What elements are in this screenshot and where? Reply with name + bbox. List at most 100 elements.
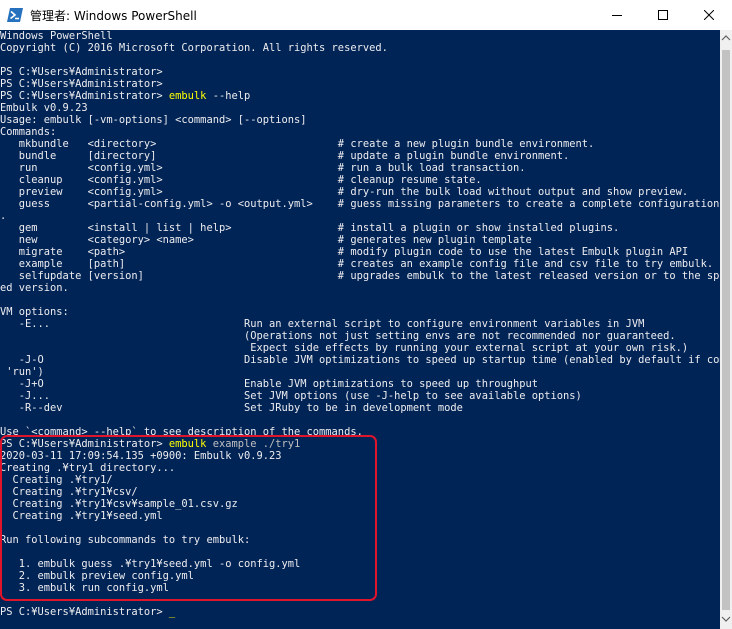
- console-text-segment: embulk: [168, 438, 207, 450]
- console-line: -E... Run an external script to configur…: [0, 318, 720, 330]
- console-line: example [path] # creates an example conf…: [0, 258, 720, 270]
- console-line: -R--dev Set JRuby to be in development m…: [0, 402, 720, 414]
- console-line: Copyright (C) 2016 Microsoft Corporation…: [0, 42, 720, 54]
- console-text-segment: --help: [206, 90, 251, 102]
- scroll-down-arrow-icon[interactable]: [721, 615, 731, 623]
- console-line: -J-O Disable JVM optimizations to speed …: [0, 354, 720, 366]
- console-line: 1. embulk guess .¥try1¥seed.yml -o confi…: [0, 558, 720, 570]
- console-line: mkbundle <directory> # create a new plug…: [0, 138, 720, 150]
- console-line: cleanup <config.yml> # cleanup resume st…: [0, 174, 720, 186]
- maximize-button[interactable]: [640, 0, 686, 30]
- console-line: Creating .¥try1¥seed.yml: [0, 510, 720, 522]
- console-line: Commands:: [0, 126, 720, 138]
- console-text-segment: -J... Set JVM options (use -J-help to se…: [0, 390, 582, 402]
- console-text-segment: PS C:¥Users¥Administrator>: [0, 78, 163, 90]
- console-text-segment: migrate <path> # modify plugin code to u…: [0, 246, 689, 258]
- console-line: Embulk v0.9.23: [0, 102, 720, 114]
- console-text-segment: 2020-03-11 17:09:54.135 +0900: Embulk v0…: [0, 450, 282, 462]
- console-line: Creating .¥try1¥csv/: [0, 486, 720, 498]
- console-line: PS C:¥Users¥Administrator> embulk --help: [0, 90, 720, 102]
- console-line: Use `<command> --help` to see descriptio…: [0, 426, 720, 438]
- console-line: 'run'): [0, 366, 720, 378]
- console-line: Creating .¥try1¥csv¥sample_01.csv.gz: [0, 498, 720, 510]
- console-text-segment: Commands:: [0, 126, 57, 138]
- console-line: PS C:¥Users¥Administrator> _: [0, 606, 720, 618]
- minimize-button[interactable]: [594, 0, 640, 30]
- console-text-segment: Use `<command> --help` to see descriptio…: [0, 426, 363, 438]
- console-text-segment: Embulk v0.9.23: [0, 102, 88, 114]
- console-line: 2020-03-11 17:09:54.135 +0900: Embulk v0…: [0, 450, 720, 462]
- console-line: bundle [directory] # update a plugin bun…: [0, 150, 720, 162]
- console-text-segment: gem <install | list | help> # install a …: [0, 222, 620, 234]
- console-text-segment: Run following subcommands to try embulk:: [0, 534, 251, 546]
- console-line: run <config.yml> # run a bulk load trans…: [0, 162, 720, 174]
- console-text-segment: selfupdate [version] # upgrades embulk t…: [0, 270, 720, 282]
- scroll-up-arrow-icon[interactable]: [721, 34, 731, 42]
- console-line: Run following subcommands to try embulk:: [0, 534, 720, 546]
- console-text-segment: new <category> <name> # generates new pl…: [0, 234, 532, 246]
- console-text-segment: example: [206, 438, 263, 450]
- close-button[interactable]: [686, 0, 732, 30]
- console-text-segment: PS C:¥Users¥Administrator>: [0, 438, 169, 450]
- vertical-scrollbar[interactable]: [720, 30, 732, 629]
- console-text-segment: Creating .¥try1¥seed.yml: [0, 510, 163, 522]
- console-text-segment: example [path] # creates an example conf…: [0, 258, 714, 270]
- console-line: new <category> <name> # generates new pl…: [0, 234, 720, 246]
- console-line: 2. embulk preview config.yml: [0, 570, 720, 582]
- console-text-segment: PS C:¥Users¥Administrator>: [0, 66, 163, 78]
- close-icon: [704, 10, 714, 20]
- console-text-segment: -J+O Enable JVM optimizations to speed u…: [0, 378, 538, 390]
- console-text-segment: PS C:¥Users¥Administrator>: [0, 90, 169, 102]
- console-line: .: [0, 210, 720, 222]
- console-text-segment: Creating .¥try1/: [0, 474, 113, 486]
- console-text-segment: -R--dev Set JRuby to be in development m…: [0, 402, 463, 414]
- console-text-segment: -E... Run an external script to configur…: [0, 318, 645, 330]
- console-line: preview <config.yml> # dry-run the bulk …: [0, 186, 720, 198]
- console-line: Usage: embulk [-vm-options] <command> [-…: [0, 114, 720, 126]
- console-line: Expect side effects by running your exte…: [0, 342, 720, 354]
- console-line: -J+O Enable JVM optimizations to speed u…: [0, 378, 720, 390]
- console-line: VM options:: [0, 306, 720, 318]
- console-text: Windows PowerShell Copyright (C) 2016 Mic…: [0, 30, 720, 618]
- console-line: gem <install | list | help> # install a …: [0, 222, 720, 234]
- console-text-segment: Creating .¥try1 directory...: [0, 462, 176, 474]
- scroll-thumb[interactable]: [722, 50, 730, 610]
- console-text-segment: cleanup <config.yml> # cleanup resume st…: [0, 174, 482, 186]
- console-text-segment: Windows PowerShell: [0, 30, 113, 42]
- console-line: Creating .¥try1 directory...: [0, 462, 720, 474]
- console-text-segment: VM options:: [0, 306, 69, 318]
- console-text-segment: embulk: [168, 90, 207, 102]
- console-text-segment: 1. embulk guess .¥try1¥seed.yml -o confi…: [0, 558, 301, 570]
- console-line: selfupdate [version] # upgrades embulk t…: [0, 270, 720, 282]
- console-text-segment: Creating .¥try1¥csv/: [0, 486, 138, 498]
- console-text-segment: PS C:¥Users¥Administrator>: [0, 606, 169, 618]
- console-text-segment: Expect side effects by running your exte…: [0, 342, 689, 354]
- window-title: 管理者: Windows PowerShell: [30, 9, 197, 23]
- minimize-icon: [612, 15, 622, 16]
- maximize-icon: [658, 10, 668, 20]
- console-text-segment: (Operations not just setting envs are no…: [0, 330, 676, 342]
- console-line: (Operations not just setting envs are no…: [0, 330, 720, 342]
- console-output[interactable]: Windows PowerShell Copyright (C) 2016 Mic…: [0, 30, 720, 629]
- console-text-segment: mkbundle <directory> # create a new plug…: [0, 138, 595, 150]
- console-text-segment: bundle [directory] # update a plugin bun…: [0, 150, 570, 162]
- title-bar[interactable]: 管理者: Windows PowerShell: [0, 0, 732, 30]
- console-line: PS C:¥Users¥Administrator>: [0, 78, 720, 90]
- console-line: 3. embulk run config.yml: [0, 582, 720, 594]
- console-text-segment: run <config.yml> # run a bulk load trans…: [0, 162, 526, 174]
- console-text-segment: Creating .¥try1¥csv¥sample_01.csv.gz: [0, 498, 238, 510]
- text-cursor: _: [168, 606, 176, 618]
- console-line: -J... Set JVM options (use -J-help to se…: [0, 390, 720, 402]
- console-line: migrate <path> # modify plugin code to u…: [0, 246, 720, 258]
- console-text-segment: .: [0, 210, 7, 222]
- console-text-segment: guess <partial-config.yml> -o <output.ym…: [0, 198, 720, 210]
- console-text-segment: ed version.: [0, 282, 69, 294]
- powershell-icon: [7, 8, 23, 22]
- console-text-segment: ./try1: [262, 438, 301, 450]
- console-text-segment: 'run'): [0, 366, 44, 378]
- console-line: PS C:¥Users¥Administrator>: [0, 66, 720, 78]
